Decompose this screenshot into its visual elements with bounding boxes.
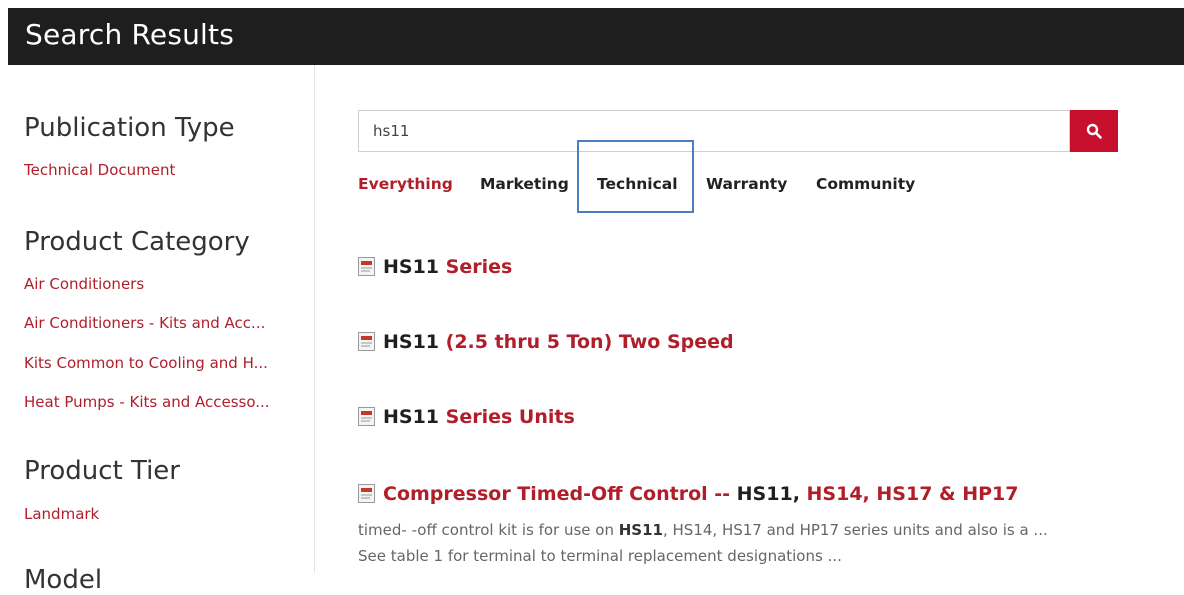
search-result[interactable]: HS11 Series Units: [358, 406, 575, 428]
result-title-text: Series: [439, 256, 513, 278]
result-title-model: HS11: [383, 256, 440, 278]
page-title: Search Results: [25, 18, 234, 51]
result-title-separator: ,: [792, 483, 807, 505]
tab-community[interactable]: Community: [816, 175, 915, 193]
snippet-text-before: timed- -off control kit is for use on: [358, 521, 619, 539]
result-title-model: HS11: [736, 483, 793, 505]
highlight-annotation-box: [577, 140, 694, 213]
facet-title-product-category: Product Category: [24, 227, 250, 257]
result-title-models: HS14, HS17 & HP17: [806, 483, 1019, 505]
pdf-file-icon: [358, 484, 375, 503]
search-icon: [1086, 123, 1102, 139]
search-button[interactable]: [1070, 110, 1118, 152]
search-box: [358, 110, 1070, 152]
result-title-text: Compressor Timed-Off Control --: [383, 483, 737, 505]
search-result[interactable]: HS11 (2.5 thru 5 Ton) Two Speed: [358, 331, 734, 353]
facet-title-product-tier: Product Tier: [24, 456, 180, 486]
pdf-file-icon: [358, 332, 375, 351]
results-panel: Everything Marketing Technical Warranty …: [315, 65, 1184, 573]
search-result[interactable]: HS11 Series: [358, 256, 512, 278]
facet-link-air-conditioners[interactable]: Air Conditioners: [24, 275, 144, 293]
result-snippet: timed- -off control kit is for use on HS…: [358, 517, 1078, 569]
facet-link-air-conditioners-kits[interactable]: Air Conditioners - Kits and Acc...: [24, 314, 265, 332]
tab-warranty[interactable]: Warranty: [706, 175, 787, 193]
tab-everything[interactable]: Everything: [358, 175, 453, 193]
facet-link-kits-common[interactable]: Kits Common to Cooling and H...: [24, 354, 268, 372]
facet-link-landmark[interactable]: Landmark: [24, 505, 99, 523]
tab-marketing[interactable]: Marketing: [480, 175, 569, 193]
facet-title-publication-type: Publication Type: [24, 113, 235, 143]
facet-title-model: Model: [24, 565, 103, 595]
result-title-model: HS11: [383, 331, 440, 353]
snippet-highlight: HS11: [618, 521, 663, 539]
pdf-file-icon: [358, 407, 375, 426]
result-title-model: HS11: [383, 406, 440, 428]
facet-link-technical-document[interactable]: Technical Document: [24, 161, 175, 179]
search-input[interactable]: [359, 111, 1059, 151]
result-title-text: (2.5 thru 5 Ton) Two Speed: [439, 331, 734, 353]
search-result[interactable]: Compressor Timed-Off Control -- HS11, HS…: [358, 483, 1018, 505]
facet-link-heat-pumps-kits[interactable]: Heat Pumps - Kits and Accesso...: [24, 393, 270, 411]
pdf-file-icon: [358, 257, 375, 276]
result-title-text: Series Units: [439, 406, 575, 428]
sidebar-facets: Publication Type Technical Document Prod…: [0, 65, 315, 595]
page-header: Search Results: [8, 8, 1184, 65]
